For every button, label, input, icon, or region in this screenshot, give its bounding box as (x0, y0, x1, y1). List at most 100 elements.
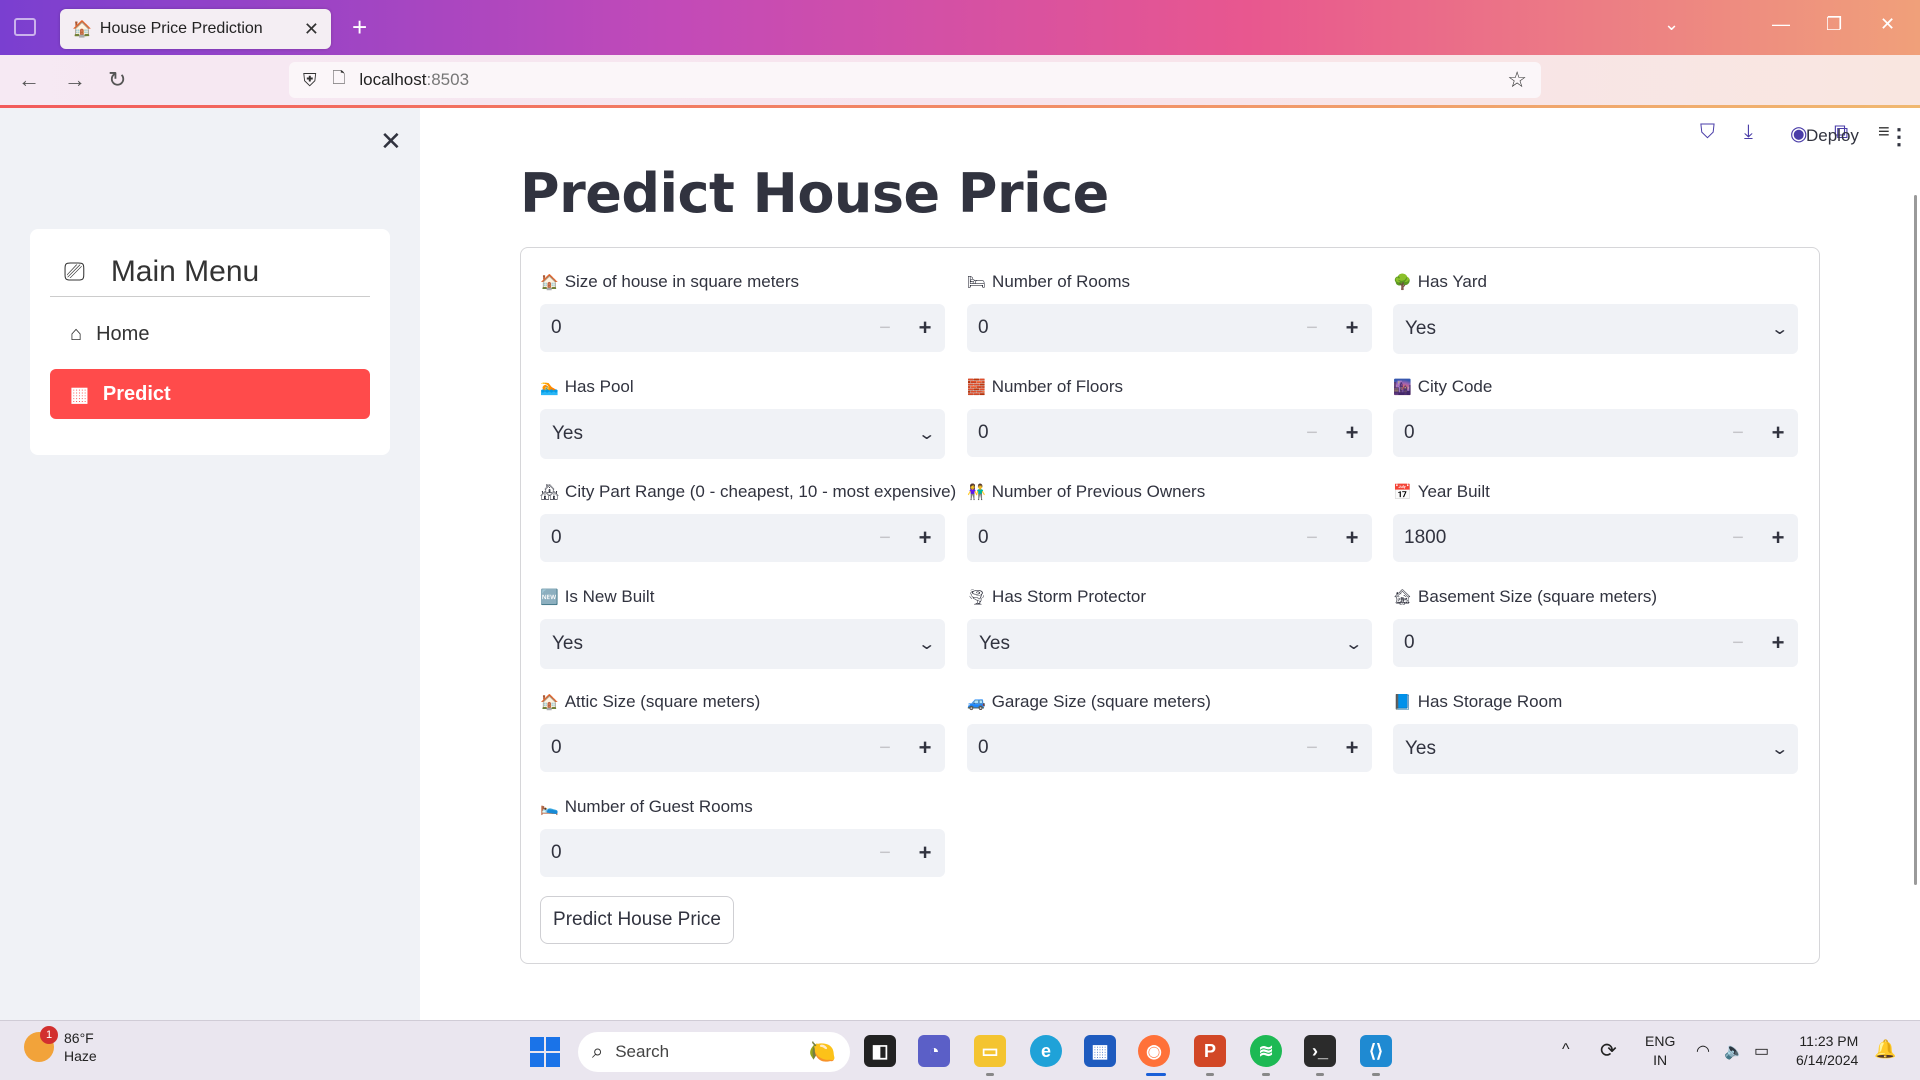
number-input[interactable]: 1800− + (1393, 514, 1798, 562)
decrement-icon[interactable]: − (1292, 527, 1332, 550)
show-hidden-icons-icon[interactable]: ^ (1562, 1041, 1570, 1059)
minimize-icon[interactable]: — (1772, 14, 1790, 35)
select-dropdown[interactable]: Yes ⌄ (1393, 724, 1798, 774)
chevron-down-icon[interactable]: ⌄ (917, 424, 936, 444)
sidebar-item-predict[interactable]: ▦ Predict (50, 369, 370, 419)
main-menu-kebab-icon[interactable]: ⋮ (1888, 124, 1910, 150)
chevron-down-icon[interactable]: ⌄ (1344, 634, 1363, 654)
number-input[interactable]: 0− + (967, 304, 1372, 352)
increment-icon[interactable]: + (1758, 420, 1798, 446)
select-dropdown[interactable]: Yes ⌄ (1393, 304, 1798, 354)
number-value[interactable]: 0 (967, 527, 1292, 549)
page-info-icon[interactable]: 🗋 (333, 67, 346, 94)
pocket-icon[interactable]: ⛉ (1700, 121, 1715, 144)
number-input[interactable]: 0− + (967, 724, 1372, 772)
increment-icon[interactable]: + (1332, 735, 1372, 761)
browser-tab[interactable]: 🏠 House Price Prediction ✕ (60, 9, 331, 49)
downloads-icon[interactable]: ⤓ (1744, 121, 1753, 144)
restore-icon[interactable]: ❐ (1826, 14, 1842, 35)
decrement-icon[interactable]: − (865, 737, 905, 760)
decrement-icon[interactable]: − (1718, 632, 1758, 655)
scrollbar[interactable] (1914, 195, 1917, 885)
decrement-icon[interactable]: − (1292, 317, 1332, 340)
back-icon[interactable]: ← (18, 67, 40, 93)
teams-chat-icon[interactable]: ◔ (918, 1035, 950, 1067)
close-sidebar-icon[interactable]: ✕ (380, 126, 402, 157)
close-window-icon[interactable]: ✕ (1880, 14, 1895, 35)
taskbar-search[interactable]: ⌕ Search 🍋 (578, 1032, 850, 1072)
list-all-tabs-icon[interactable]: ⌄ (1664, 14, 1679, 35)
decrement-icon[interactable]: − (865, 842, 905, 865)
chevron-down-icon[interactable]: ⌄ (1770, 319, 1789, 339)
bookmark-star-icon[interactable]: ☆ (1507, 67, 1527, 93)
task-view-icon[interactable]: ◧ (864, 1035, 896, 1067)
decrement-icon[interactable]: − (865, 527, 905, 550)
number-value[interactable]: 1800 (1393, 527, 1718, 549)
increment-icon[interactable]: + (905, 525, 945, 551)
vscode-icon[interactable]: ⟨⟩ (1360, 1035, 1392, 1067)
sync-icon[interactable]: ⟳ (1600, 1038, 1617, 1063)
number-input[interactable]: 0− + (540, 829, 945, 877)
decrement-icon[interactable]: − (865, 317, 905, 340)
select-dropdown[interactable]: Yes ⌄ (967, 619, 1372, 669)
number-value[interactable]: 0 (1393, 632, 1718, 654)
number-input[interactable]: 0− + (1393, 409, 1798, 457)
powerpoint-icon[interactable]: P (1194, 1035, 1226, 1067)
number-input[interactable]: 0− + (540, 514, 945, 562)
shield-icon[interactable]: ⛨ (303, 70, 317, 91)
increment-icon[interactable]: + (905, 840, 945, 866)
language-indicator[interactable]: ENG IN (1645, 1032, 1675, 1070)
number-input[interactable]: 0− + (1393, 619, 1798, 667)
account-icon[interactable]: ◉ (1790, 121, 1807, 146)
chevron-down-icon[interactable]: ⌄ (1770, 739, 1789, 759)
sidebar-item-home[interactable]: ⌂ Home (50, 309, 370, 359)
new-tab-icon[interactable]: + (352, 12, 367, 43)
battery-icon[interactable]: ▭ (1754, 1041, 1769, 1061)
increment-icon[interactable]: + (905, 315, 945, 341)
deploy-button[interactable]: Deploy (1806, 126, 1859, 146)
edge-icon[interactable]: e (1030, 1035, 1062, 1067)
number-input[interactable]: 0− + (540, 304, 945, 352)
terminal-icon[interactable]: ›_ (1304, 1035, 1336, 1067)
number-value[interactable]: 0 (967, 317, 1292, 339)
clock[interactable]: 11:23 PM 6/14/2024 (1796, 1032, 1858, 1070)
spotify-icon[interactable]: ≋ (1250, 1035, 1282, 1067)
weather-widget[interactable]: 1 86°F Haze (24, 1026, 97, 1065)
number-value[interactable]: 0 (1393, 422, 1718, 444)
number-input[interactable]: 0− + (540, 724, 945, 772)
number-value[interactable]: 0 (540, 842, 865, 864)
number-value[interactable]: 0 (967, 422, 1292, 444)
wifi-icon[interactable]: ◠ (1696, 1041, 1710, 1061)
forward-icon[interactable]: → (64, 67, 86, 93)
number-value[interactable]: 0 (540, 317, 865, 339)
decrement-icon[interactable]: − (1292, 422, 1332, 445)
reload-icon[interactable]: ↻ (108, 67, 126, 93)
store-icon[interactable]: ▦ (1084, 1035, 1116, 1067)
select-dropdown[interactable]: Yes ⌄ (540, 409, 945, 459)
increment-icon[interactable]: + (1758, 525, 1798, 551)
file-explorer-icon[interactable]: ▭ (974, 1035, 1006, 1067)
increment-icon[interactable]: + (1332, 525, 1372, 551)
windows-start-icon[interactable] (530, 1037, 560, 1067)
increment-icon[interactable]: + (905, 735, 945, 761)
firefox-icon[interactable]: ◉ (1138, 1035, 1170, 1067)
close-tab-icon[interactable]: ✕ (304, 19, 319, 40)
predict-house-price-button[interactable]: Predict House Price (540, 896, 734, 944)
decrement-icon[interactable]: − (1718, 422, 1758, 445)
number-input[interactable]: 0− + (967, 409, 1372, 457)
notification-bell-icon[interactable]: 🔔 (1874, 1039, 1896, 1060)
decrement-icon[interactable]: − (1718, 527, 1758, 550)
increment-icon[interactable]: + (1758, 630, 1798, 656)
decrement-icon[interactable]: − (1292, 737, 1332, 760)
increment-icon[interactable]: + (1332, 315, 1372, 341)
number-value[interactable]: 0 (967, 737, 1292, 759)
number-value[interactable]: 0 (540, 527, 865, 549)
increment-icon[interactable]: + (1332, 420, 1372, 446)
chevron-down-icon[interactable]: ⌄ (917, 634, 936, 654)
volume-icon[interactable]: 🔈 (1724, 1041, 1744, 1061)
address-bar[interactable]: ⛨ 🗋 localhost :8503 ☆ (289, 62, 1541, 98)
number-value[interactable]: 0 (540, 737, 865, 759)
tab-overview-icon[interactable] (14, 18, 36, 36)
number-input[interactable]: 0− + (967, 514, 1372, 562)
select-dropdown[interactable]: Yes ⌄ (540, 619, 945, 669)
